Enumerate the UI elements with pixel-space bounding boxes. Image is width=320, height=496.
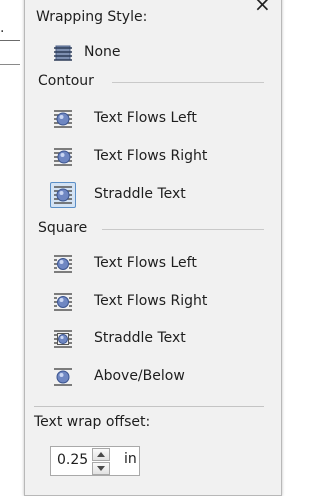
wrap-option-label: Text Flows Left: [94, 110, 197, 126]
wrap-straddle-icon: [50, 182, 76, 208]
wrap-option-label: Text Flows Left: [94, 255, 197, 271]
section-divider: [102, 229, 264, 230]
contour-text-flows-right-option[interactable]: Text Flows Right: [50, 144, 264, 170]
square-straddle-text-option[interactable]: Straddle Text: [50, 326, 264, 352]
section-contour-title: Contour: [38, 73, 94, 89]
wrapping-style-heading: Wrapping Style:: [36, 9, 148, 25]
section-square-title: Square: [38, 220, 88, 236]
document-rule-line: [0, 40, 20, 41]
square-text-flows-right-option[interactable]: Text Flows Right: [50, 289, 264, 315]
spin-up-arrow-icon: [97, 452, 105, 457]
close-icon[interactable]: ×: [254, 0, 271, 16]
offset-increment-button[interactable]: [92, 448, 110, 461]
wrap-above-below-icon: [50, 364, 76, 390]
wrap-option-label: Straddle Text: [94, 330, 186, 346]
document-rule-line: [0, 64, 20, 65]
wrap-option-label: None: [84, 44, 121, 60]
wrap-none-icon: [50, 40, 76, 66]
offset-unit-label: in: [124, 451, 137, 467]
wrap-option-none[interactable]: None: [50, 40, 264, 66]
wrap-option-label: Above/Below: [94, 368, 185, 384]
wrap-option-label: Text Flows Right: [94, 293, 208, 309]
offset-decrement-button[interactable]: [92, 462, 110, 475]
square-above-below-option[interactable]: Above/Below: [50, 364, 264, 390]
document-background: .: [0, 0, 26, 491]
section-divider: [112, 82, 264, 83]
wrap-flows-right-icon: [50, 144, 76, 170]
wrap-straddle-icon: [50, 326, 76, 352]
text-wrap-offset-label: Text wrap offset:: [34, 414, 151, 430]
wrap-flows-left-icon: [50, 106, 76, 132]
wrap-flows-right-icon: [50, 289, 76, 315]
document-dot: .: [0, 20, 5, 36]
square-text-flows-left-option[interactable]: Text Flows Left: [50, 251, 264, 277]
contour-text-flows-left-option[interactable]: Text Flows Left: [50, 106, 264, 132]
wrap-option-label: Straddle Text: [94, 186, 186, 202]
offset-divider: [34, 406, 264, 407]
wrap-flows-left-icon: [50, 251, 76, 277]
contour-straddle-text-option[interactable]: Straddle Text: [50, 182, 264, 208]
spin-down-arrow-icon: [97, 466, 105, 471]
wrap-option-label: Text Flows Right: [94, 148, 208, 164]
